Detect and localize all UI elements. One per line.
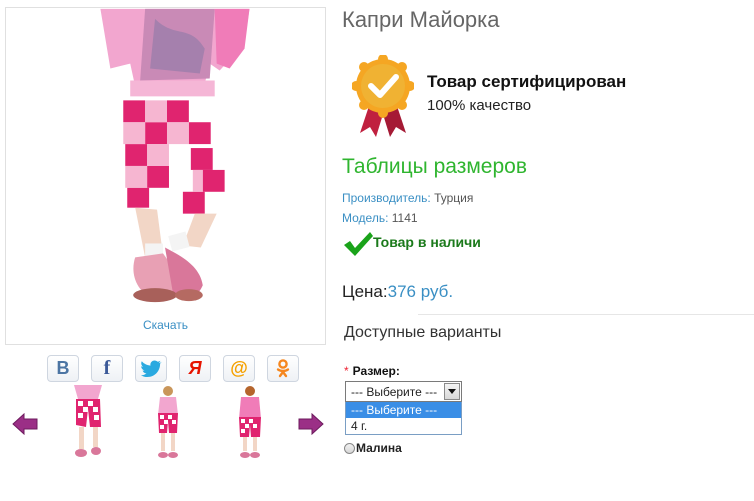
spec-model-value: 1141 — [391, 211, 418, 225]
mailru-icon: @ — [230, 358, 248, 378]
chevron-down-icon[interactable] — [444, 383, 460, 400]
size-dropdown-list: --- Выберите --- 4 г. — [345, 402, 462, 435]
facebook-icon: f — [103, 357, 111, 379]
size-select[interactable]: --- Выберите --- — [345, 381, 462, 402]
thumbnail-carousel — [12, 385, 326, 463]
product-photo — [100, 8, 250, 303]
checkmark-icon — [344, 232, 373, 256]
size-option[interactable]: 4 г. — [346, 418, 461, 434]
share-vk-button[interactable]: B — [47, 355, 79, 382]
color-option-label: Малина — [356, 441, 402, 455]
thumbnail-1[interactable] — [68, 385, 108, 461]
certificate-title: Товар сертифицирован — [427, 72, 627, 91]
size-table-link[interactable]: Таблицы размеров — [342, 155, 527, 179]
thumbnail-2[interactable] — [148, 385, 188, 461]
size-label: * Размер: — [344, 364, 400, 378]
share-twitter-button[interactable] — [135, 355, 167, 382]
share-mailru-button[interactable]: @ — [223, 355, 255, 382]
size-option[interactable]: --- Выберите --- — [346, 402, 461, 418]
stock-text: Товар в наличи — [373, 234, 481, 250]
product-main-image[interactable]: Скачать — [5, 7, 326, 345]
spec-model-label: Модель: — [342, 211, 389, 225]
radio-button[interactable] — [344, 443, 355, 454]
size-label-text: Размер: — [352, 364, 400, 378]
share-odnoklassniki-button[interactable] — [267, 355, 299, 382]
twitter-icon — [140, 359, 162, 377]
share-facebook-button[interactable]: f — [91, 355, 123, 382]
yandex-icon: Я — [188, 358, 202, 378]
price-value: 376 руб. — [387, 282, 454, 301]
size-select-value: --- Выберите --- — [351, 385, 438, 399]
arrow-left-icon[interactable] — [12, 413, 38, 435]
color-option[interactable]: Малина — [344, 441, 402, 455]
certificate-badge-icon — [352, 55, 414, 137]
divider — [418, 314, 754, 315]
thumbnail-3[interactable] — [230, 385, 270, 461]
price: Цена:376 руб. — [342, 282, 453, 302]
download-link[interactable]: Скачать — [6, 318, 325, 332]
spec-manufacturer-value: Турция — [434, 191, 474, 205]
spec-manufacturer-label: Производитель: — [342, 191, 431, 205]
product-title: Капри Майорка — [342, 7, 500, 32]
odnoklassniki-icon — [276, 358, 290, 377]
spec-manufacturer: Производитель: Турция — [342, 191, 473, 205]
required-mark: * — [344, 364, 349, 378]
share-yandex-button[interactable]: Я — [179, 355, 211, 382]
arrow-right-icon[interactable] — [298, 413, 324, 435]
certificate-subtitle: 100% качество — [427, 97, 532, 114]
variants-heading: Доступные варианты — [344, 324, 502, 341]
spec-model: Модель: 1141 — [342, 211, 418, 225]
price-label: Цена: — [342, 282, 388, 301]
share-toolbar: B f Я @ — [47, 355, 299, 382]
vk-icon: B — [56, 358, 70, 378]
